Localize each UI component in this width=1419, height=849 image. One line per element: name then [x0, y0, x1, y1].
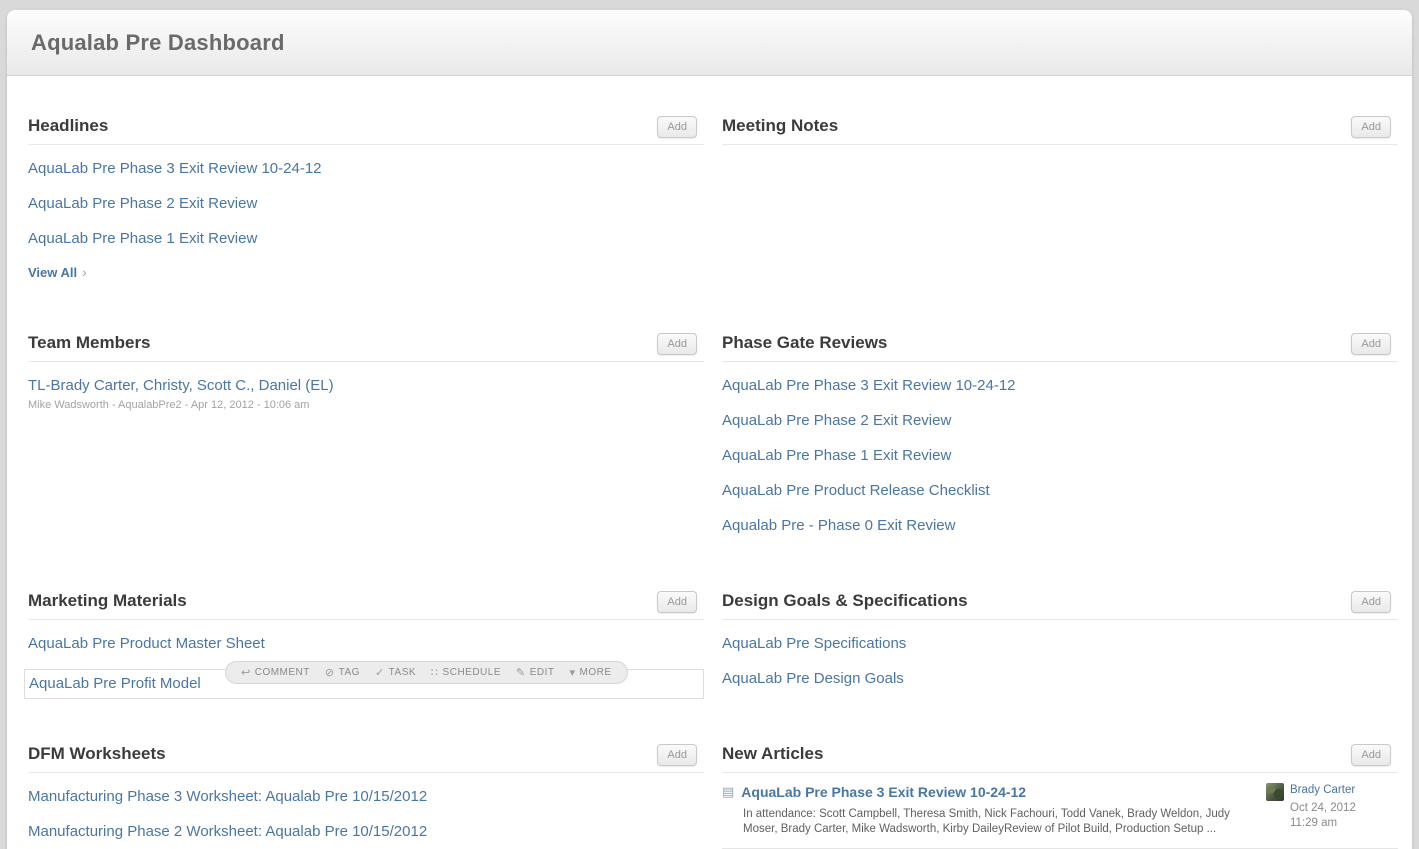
dfm-list: Manufacturing Phase 3 Worksheet: Aqualab…: [28, 773, 704, 842]
phase-gate-link[interactable]: AquaLab Pre Phase 2 Exit Review: [722, 411, 1398, 431]
phase-gate-link[interactable]: AquaLab Pre Product Release Checklist: [722, 481, 1398, 501]
more-action[interactable]: ▾ MORE: [570, 666, 612, 679]
comment-action[interactable]: ↩ COMMENT: [241, 666, 310, 679]
headline-link[interactable]: AquaLab Pre Phase 3 Exit Review 10-24-12: [28, 159, 704, 179]
edit-label: EDIT: [530, 667, 555, 678]
phase-gate-link[interactable]: Aqualab Pre - Phase 0 Exit Review: [722, 516, 1398, 536]
article-meta: Brady Carter Oct 24, 2012 11:29 am: [1266, 783, 1398, 837]
section-team-members-header: Team Members Add: [28, 332, 704, 362]
pencil-icon: ✎: [516, 666, 526, 679]
add-headline-button[interactable]: Add: [657, 116, 697, 138]
tag-action[interactable]: ⊘ TAG: [325, 666, 360, 679]
view-all-link[interactable]: View All ›: [28, 264, 87, 280]
add-phase-gate-review-button[interactable]: Add: [1351, 333, 1391, 355]
section-dfm-worksheets: DFM Worksheets Add Manufacturing Phase 3…: [28, 739, 704, 849]
page-title: Aqualab Pre Dashboard: [31, 30, 285, 56]
design-goals-link[interactable]: AquaLab Pre Specifications: [722, 634, 1398, 654]
section-title: Team Members: [28, 332, 151, 354]
marketing-link[interactable]: AquaLab Pre Product Master Sheet: [28, 634, 704, 654]
hovered-row[interactable]: AquaLab Pre Profit Model ↩COMMENT ⊘TAG ✓…: [24, 669, 704, 699]
phase-gate-link[interactable]: AquaLab Pre Phase 3 Exit Review 10-24-12: [722, 376, 1398, 396]
section-team-members: Team Members Add TL-Brady Carter, Christ…: [28, 328, 704, 586]
article-title-link[interactable]: AquaLab Pre Phase 3 Exit Review 10-24-12: [741, 783, 1026, 801]
section-design-goals: Design Goals & Specifications Add AquaLa…: [722, 586, 1398, 739]
schedule-grid-icon: ∷: [431, 666, 439, 679]
section-dfm-header: DFM Worksheets Add: [28, 743, 704, 773]
reply-icon: ↩: [241, 666, 251, 679]
article-item: ▤ AquaLab Pre Phase 3 Exit Review 10-24-…: [722, 773, 1398, 837]
team-members-list: TL-Brady Carter, Christy, Scott C., Dani…: [28, 362, 704, 411]
headline-link[interactable]: AquaLab Pre Phase 2 Exit Review: [28, 194, 704, 214]
tag-label: TAG: [339, 667, 360, 678]
edit-action[interactable]: ✎ EDIT: [516, 666, 555, 679]
article-date: Oct 24, 2012: [1290, 801, 1398, 816]
section-phase-gate-reviews: Phase Gate Reviews Add AquaLab Pre Phase…: [722, 328, 1398, 586]
headlines-list: AquaLab Pre Phase 3 Exit Review 10-24-12…: [28, 145, 704, 282]
section-marketing-materials: Marketing Materials Add AquaLab Pre Prod…: [28, 586, 704, 739]
section-title: Design Goals & Specifications: [722, 590, 968, 612]
tag-icon: ⊘: [325, 666, 335, 679]
section-design-goals-header: Design Goals & Specifications Add: [722, 590, 1398, 620]
add-design-goal-button[interactable]: Add: [1351, 591, 1391, 613]
checkmark-icon: ✓: [375, 666, 385, 679]
phase-gate-link[interactable]: AquaLab Pre Phase 1 Exit Review: [722, 446, 1398, 466]
section-title: Headlines: [28, 115, 108, 137]
dfm-worksheet-link[interactable]: Manufacturing Phase 3 Worksheet: Aqualab…: [28, 787, 704, 807]
article-time: 11:29 am: [1290, 816, 1398, 831]
more-label: MORE: [580, 667, 612, 678]
add-article-button[interactable]: Add: [1351, 744, 1391, 766]
add-meeting-note-button[interactable]: Add: [1351, 116, 1391, 138]
article-title-line: ▤ AquaLab Pre Phase 3 Exit Review 10-24-…: [722, 783, 1241, 801]
section-title: Marketing Materials: [28, 590, 187, 612]
article-main: ▤ AquaLab Pre Phase 3 Exit Review 10-24-…: [722, 783, 1266, 837]
add-dfm-worksheet-button[interactable]: Add: [657, 744, 697, 766]
section-title: New Articles: [722, 743, 823, 765]
task-action[interactable]: ✓ TASK: [375, 666, 416, 679]
headline-link[interactable]: AquaLab Pre Phase 1 Exit Review: [28, 229, 704, 249]
phase-gate-list: AquaLab Pre Phase 3 Exit Review 10-24-12…: [722, 362, 1398, 536]
caret-down-icon: ▾: [570, 666, 576, 679]
section-meeting-notes: Meeting Notes Add: [722, 111, 1398, 328]
schedule-label: SCHEDULE: [443, 667, 501, 678]
comment-label: COMMENT: [255, 667, 310, 678]
panel-header: Aqualab Pre Dashboard: [7, 10, 1412, 76]
dfm-worksheet-link[interactable]: Manufacturing Phase 2 Worksheet: Aqualab…: [28, 822, 704, 842]
section-title: Phase Gate Reviews: [722, 332, 887, 354]
dashboard-panel: Aqualab Pre Dashboard Headlines Add Aqua…: [7, 10, 1412, 849]
team-members-meta: Mike Wadsworth - AqualabPre2 - Apr 12, 2…: [28, 399, 704, 411]
section-marketing-header: Marketing Materials Add: [28, 590, 704, 620]
design-goals-link[interactable]: AquaLab Pre Design Goals: [722, 669, 1398, 689]
section-new-articles: New Articles Add ▤ AquaLab Pre Phase 3 E…: [722, 739, 1398, 849]
add-team-member-button[interactable]: Add: [657, 333, 697, 355]
task-label: TASK: [389, 667, 416, 678]
design-goals-list: AquaLab Pre Specifications AquaLab Pre D…: [722, 620, 1398, 689]
section-phase-gate-header: Phase Gate Reviews Add: [722, 332, 1398, 362]
section-title: DFM Worksheets: [28, 743, 166, 765]
section-title: Meeting Notes: [722, 115, 838, 137]
author-link[interactable]: Brady Carter: [1290, 783, 1355, 798]
dashboard-grid: Headlines Add AquaLab Pre Phase 3 Exit R…: [7, 76, 1412, 849]
add-marketing-material-button[interactable]: Add: [657, 591, 697, 613]
article-author-line: Brady Carter: [1266, 783, 1398, 801]
chevron-right-icon: ›: [82, 264, 87, 280]
article-snippet: In attendance: Scott Campbell, Theresa S…: [743, 807, 1241, 837]
section-headlines: Headlines Add AquaLab Pre Phase 3 Exit R…: [28, 111, 704, 328]
view-all-label: View All: [28, 265, 77, 280]
team-members-link[interactable]: TL-Brady Carter, Christy, Scott C., Dani…: [28, 376, 704, 396]
author-avatar[interactable]: [1266, 783, 1284, 801]
section-meeting-notes-header: Meeting Notes Add: [722, 115, 1398, 145]
marketing-list: AquaLab Pre Product Master Sheet AquaLab…: [28, 620, 704, 699]
row-hover-toolbar: ↩ COMMENT ⊘ TAG ✓ TASK ∷ SCHEDULE ✎ EDIT ▾ MOR…: [225, 661, 628, 684]
section-headlines-header: Headlines Add: [28, 115, 704, 145]
section-new-articles-header: New Articles Add: [722, 743, 1398, 773]
schedule-action[interactable]: ∷ SCHEDULE: [431, 666, 501, 679]
document-icon: ▤: [722, 783, 734, 801]
